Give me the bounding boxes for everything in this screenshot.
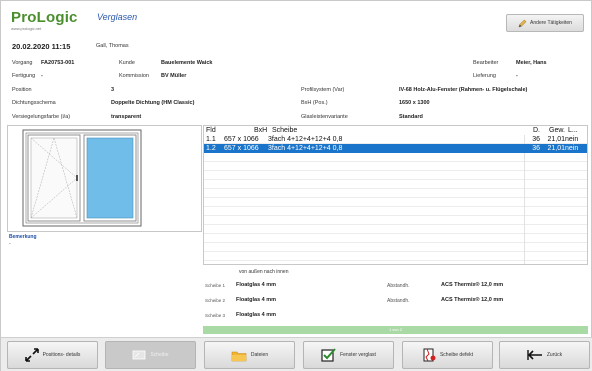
- scheibe1-label: Scheibe 1: [205, 283, 226, 288]
- logo-subtext: www.prologic.net: [11, 26, 42, 31]
- cell-scheibe: 3fach 4+12+4+12+4 0,8: [268, 136, 343, 143]
- window-glazed-button[interactable]: Fenster verglast: [303, 341, 394, 369]
- profil-label: Profilsystem (Var): [301, 87, 345, 93]
- lieferung-label: Lieferung: [473, 73, 496, 79]
- scheibe-button[interactable]: Scheibe: [105, 341, 196, 369]
- cell-l: nein: [565, 145, 579, 152]
- bearbeiter-label: Bearbeiter: [473, 60, 499, 66]
- abstandhalter1-label: Abstandh.: [387, 283, 410, 289]
- pane-defect-label: Scheibe defekt: [439, 352, 474, 358]
- vorgang-value: FA20753-001: [41, 60, 75, 66]
- lieferung-value: -: [516, 73, 518, 79]
- folder-icon: [231, 351, 247, 361]
- direction-note: von außen nach innen: [239, 269, 289, 275]
- cell-d: 36: [532, 145, 540, 152]
- versiegelung-label: Versiegelungsfarbe (i/a): [12, 114, 71, 120]
- vorgang-label: Vorgang: [12, 60, 33, 66]
- scheibe1-value: Floatglas 4 mm: [236, 282, 277, 288]
- dichtung-label: Dichtungsschema: [12, 100, 56, 106]
- abstandhalter2-value: ACS Thermix® 12,0 mm: [441, 297, 504, 303]
- bxh-label: BxH (Pos.): [301, 100, 328, 106]
- scheibe3-label: Scheibe 3: [205, 313, 226, 318]
- remark-label: Bemerkung: [9, 234, 37, 240]
- logo-text: ProLogic: [11, 9, 78, 26]
- cell-l: nein: [565, 136, 579, 143]
- cell-fld: 1.1: [206, 136, 216, 143]
- dichtung-value: Doppelte Dichtung (HM Classic): [111, 100, 195, 106]
- files-label: Dateien: [250, 352, 269, 358]
- abstandhalter2-label: Abstandh.: [387, 298, 410, 304]
- prologic-logo: ProLogic www.prologic.net: [11, 10, 81, 31]
- kunde-value: Bauelemente Waick: [161, 60, 213, 66]
- cell-d: 36: [532, 136, 540, 143]
- glasleisten-value: Standard: [399, 114, 423, 120]
- cell-fld: 1.2: [206, 145, 216, 152]
- col-header-d[interactable]: D.: [528, 126, 540, 135]
- scheibe3-value: Floatglas 4 mm: [236, 312, 277, 318]
- position-details-button[interactable]: Positions- details: [7, 341, 98, 369]
- scheibe2-value: Floatglas 4 mm: [236, 297, 277, 303]
- window-drawing[interactable]: [22, 129, 142, 227]
- back-label: Zurück: [546, 352, 563, 358]
- glass-pane-icon: [133, 350, 146, 360]
- window-glazed-label: Fenster verglast: [340, 352, 376, 358]
- expand-arrows-icon: [24, 348, 39, 362]
- back-arrow-icon: [527, 350, 542, 360]
- abstandhalter1-value: ACS Thermix® 12,0 mm: [441, 282, 504, 288]
- pane-table[interactable]: Fld BxH Scheibe D. Gew. L... 1.1 657 x 1…: [203, 125, 588, 265]
- pane-defect-button[interactable]: Scheibe defekt: [402, 341, 493, 369]
- app-window: ProLogic www.prologic.net Verglasen Ande…: [0, 0, 592, 371]
- remark-box[interactable]: Bemerkung -: [7, 231, 202, 289]
- kommission-label: Kommission: [119, 73, 149, 79]
- versiegelung-value: transparent: [111, 114, 142, 120]
- kommission-value: BV Müller: [161, 73, 187, 79]
- table-header: Fld BxH Scheibe D. Gew. L...: [204, 126, 587, 135]
- bearbeiter-value: Meier, Hans: [516, 60, 547, 66]
- bottom-toolbar: Positions- details Scheibe Dateien Fenst…: [1, 337, 592, 371]
- scheibe-label: Scheibe: [150, 352, 169, 358]
- position-label: Position: [12, 87, 32, 93]
- position-value: 3: [111, 87, 115, 93]
- cell-gew: 21,01: [547, 145, 565, 152]
- files-button[interactable]: Dateien: [204, 341, 295, 369]
- table-row[interactable]: 1.1 657 x 1066 3fach 4+12+4+12+4 0,8 36 …: [204, 135, 587, 144]
- pen-icon: [518, 19, 527, 27]
- other-activities-label: Andere Tätigkeiten: [530, 20, 572, 26]
- col-header-fld[interactable]: Fld: [206, 126, 226, 135]
- position-details-label: Positions- details: [42, 352, 81, 358]
- table-row-selected[interactable]: 1.2 657 x 1066 3fach 4+12+4+12+4 0,8 36 …: [204, 144, 587, 153]
- fertigung-value: -: [41, 73, 43, 79]
- glasleisten-label: Glasleistenvariante: [301, 114, 348, 120]
- broken-pane-icon: [423, 348, 436, 362]
- status-bar: 1 von 2: [203, 326, 588, 334]
- bxh-value: 1650 x 1300: [399, 100, 430, 106]
- app-title: Verglasen: [97, 12, 138, 22]
- back-button[interactable]: Zurück: [499, 341, 590, 369]
- profil-value: IV-68 Holz-Alu-Fenster (Rahmen- u. Flüge…: [399, 87, 528, 93]
- kunde-label: Kunde: [119, 60, 135, 66]
- other-activities-button[interactable]: Andere Tätigkeiten: [506, 14, 584, 32]
- cell-gew: 21,01: [547, 136, 565, 143]
- date-time: 20.02.2020 11:15: [12, 42, 71, 51]
- user-name: Gall, Thomas: [96, 43, 129, 49]
- col-header-l[interactable]: L...: [568, 126, 587, 135]
- col-header-gew[interactable]: Gew.: [541, 126, 565, 135]
- checkbox-check-icon: [321, 348, 336, 362]
- fertigung-label: Fertigung: [12, 73, 36, 79]
- scheibe2-label: Scheibe 2: [205, 298, 226, 303]
- cell-scheibe: 3fach 4+12+4+12+4 0,8: [268, 145, 343, 152]
- remark-value: -: [9, 241, 11, 247]
- col-header-scheibe[interactable]: Scheibe: [272, 126, 392, 135]
